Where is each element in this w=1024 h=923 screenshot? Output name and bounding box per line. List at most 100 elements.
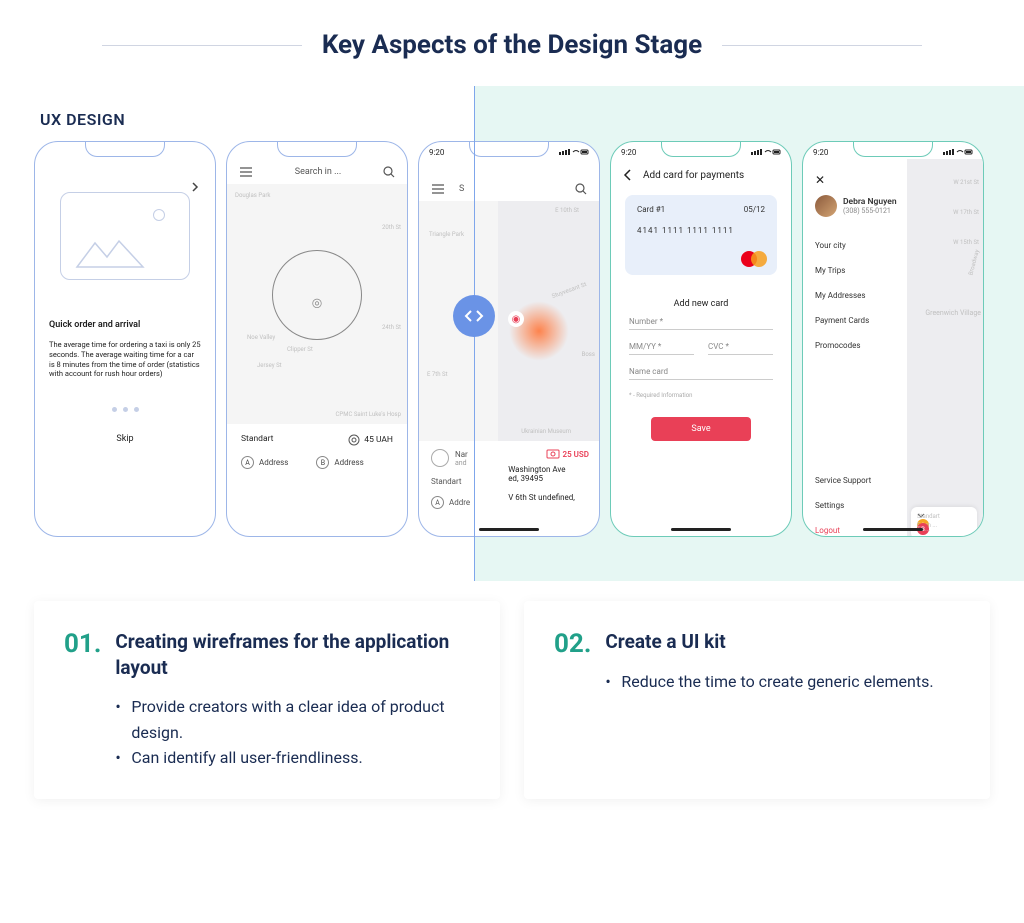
wireframe-ui-split-map: 9:20 S ◉ E 10th St Triangle Park Stuyves… bbox=[418, 141, 600, 537]
card-cvc-input[interactable]: CVC * bbox=[708, 342, 773, 355]
status-icons bbox=[943, 148, 973, 157]
notch bbox=[853, 141, 933, 157]
status-time: 9:20 bbox=[813, 148, 828, 157]
onboarding-body: The average time for ordering a taxi is … bbox=[49, 340, 201, 379]
chevron-right-icon bbox=[475, 309, 484, 323]
street-label: CPMC Saint Luke's Hosp bbox=[336, 411, 401, 418]
status-icons bbox=[751, 148, 781, 157]
avatar bbox=[815, 195, 837, 217]
card-expiry-input[interactable]: MM/YY * bbox=[629, 342, 694, 355]
card-02: 02. Create a UI kit Reduce the time to c… bbox=[524, 601, 990, 799]
section-subtitle: Add new card bbox=[611, 299, 791, 309]
menu-settings[interactable]: Settings bbox=[815, 493, 899, 518]
card-title: Create a UI kit bbox=[605, 629, 933, 655]
heatmap-overlay bbox=[509, 301, 569, 361]
money-icon bbox=[546, 449, 560, 459]
card-bullets: Provide creators with a clear idea of pr… bbox=[115, 694, 470, 771]
ui-profile-menu: 9:20 ✕ Debra Nguyen (308) 555-0121 Your bbox=[802, 141, 984, 537]
notch bbox=[661, 141, 741, 157]
address-a[interactable]: AAddress bbox=[241, 456, 288, 469]
street-label: E 7th St bbox=[427, 371, 448, 378]
street-label: Boss bbox=[582, 351, 595, 358]
menu-item[interactable]: My Addresses bbox=[815, 283, 899, 308]
sun-icon bbox=[153, 209, 165, 221]
card-number: 02. bbox=[554, 629, 591, 771]
address-line: V 6th St undefined, bbox=[508, 493, 589, 502]
driver-info: Narand bbox=[431, 449, 498, 467]
price-label: 45 UAH bbox=[348, 434, 393, 446]
menu-icon[interactable] bbox=[431, 184, 445, 194]
home-indicator bbox=[479, 528, 539, 531]
route-sheet[interactable]: Standart AFrom ... BTo ... bbox=[911, 507, 977, 537]
info-cards: 01. Creating wireframes for the applicat… bbox=[0, 571, 1024, 799]
ui-add-card: 9:20 Add card for payments Card #105/12 … bbox=[610, 141, 792, 537]
search-icon[interactable] bbox=[575, 183, 587, 195]
required-note: * - Required Information bbox=[629, 392, 773, 399]
page-indicator bbox=[35, 407, 215, 412]
mountain-icon bbox=[75, 233, 145, 269]
status-time: 9:20 bbox=[429, 148, 444, 157]
chevron-right-icon[interactable] bbox=[191, 182, 199, 194]
card-01: 01. Creating wireframes for the applicat… bbox=[34, 601, 500, 799]
street-label: 24th St bbox=[382, 324, 401, 331]
street-label: Douglas Park bbox=[235, 192, 270, 199]
notch bbox=[469, 141, 549, 157]
search-icon[interactable] bbox=[383, 166, 395, 178]
address-line: ed, 39495 bbox=[508, 474, 589, 483]
chevron-left-icon bbox=[464, 309, 473, 323]
wireframe-map-search: Search in ... ◎ Douglas Park 20th St 24t… bbox=[226, 141, 408, 537]
home-indicator bbox=[863, 528, 923, 531]
phones-showcase: Quick order and arrival The average time… bbox=[0, 141, 1024, 571]
location-pin-icon: ◎ bbox=[312, 296, 322, 310]
save-button[interactable]: Save bbox=[651, 417, 751, 441]
wireframe-onboarding: Quick order and arrival The average time… bbox=[34, 141, 216, 537]
address-a[interactable]: AAddre bbox=[431, 496, 498, 509]
card-number-input[interactable]: Number * bbox=[629, 317, 773, 330]
street-label: E 10th St bbox=[555, 207, 579, 214]
avatar-icon bbox=[431, 449, 449, 467]
menu-item[interactable]: Payment Cards bbox=[815, 308, 899, 333]
street-label: Broadway bbox=[967, 249, 981, 276]
street-label: W 21st St bbox=[953, 179, 979, 186]
menu-icon[interactable] bbox=[239, 167, 253, 177]
map[interactable]: ◎ Douglas Park 20th St 24th St Clipper S… bbox=[227, 184, 407, 424]
close-icon[interactable]: ✕ bbox=[815, 173, 899, 187]
status-time: 9:20 bbox=[621, 148, 636, 157]
tier-label: Standart bbox=[241, 434, 273, 446]
bullet: Can identify all user-friendliness. bbox=[115, 745, 470, 771]
menu-item[interactable]: Your city bbox=[815, 233, 899, 258]
user-phone: (308) 555-0121 bbox=[843, 207, 897, 215]
address-b[interactable]: BAddress bbox=[316, 456, 363, 469]
menu-item[interactable]: My Trips bbox=[815, 258, 899, 283]
page-header: Key Aspects of the Design Stage bbox=[0, 0, 1024, 70]
user-profile[interactable]: Debra Nguyen (308) 555-0121 bbox=[815, 195, 899, 217]
card-title: Creating wireframes for the application … bbox=[115, 629, 470, 680]
street-label: Clipper St bbox=[287, 346, 313, 353]
bullet: Reduce the time to create generic elemen… bbox=[605, 669, 933, 695]
screen-title: Add card for payments bbox=[643, 170, 744, 181]
street-label: Jersey St bbox=[257, 362, 282, 369]
notch bbox=[277, 141, 357, 157]
back-icon[interactable] bbox=[623, 169, 633, 181]
comparison-slider-handle[interactable] bbox=[453, 295, 495, 337]
map[interactable]: W 21st St W 17th St W 15th St Greenwich … bbox=[907, 159, 983, 537]
search-input[interactable]: Search in ... bbox=[261, 167, 375, 177]
user-name: Debra Nguyen bbox=[843, 197, 897, 207]
menu-item[interactable]: Promocodes bbox=[815, 333, 899, 358]
image-placeholder bbox=[60, 192, 190, 280]
menu-support[interactable]: Service Support bbox=[815, 468, 899, 493]
street-label: 20th St bbox=[382, 224, 401, 231]
price-label: 25 USD bbox=[508, 449, 589, 459]
divider bbox=[722, 45, 922, 46]
map[interactable]: ◉ E 10th St Triangle Park Stuyvesant St … bbox=[419, 201, 599, 441]
skip-button[interactable]: Skip bbox=[35, 434, 215, 444]
payment-card-preview: Card #105/12 4141 1111 1111 1111 bbox=[625, 195, 777, 275]
money-icon bbox=[348, 434, 360, 446]
street-label: W 15th St bbox=[953, 239, 979, 246]
bullet: Provide creators with a clear idea of pr… bbox=[115, 694, 470, 745]
card-number: 4141 1111 1111 1111 bbox=[637, 226, 765, 235]
street-label: Ukrainian Museum bbox=[521, 428, 571, 435]
notch bbox=[85, 141, 165, 157]
ux-label: UX DESIGN bbox=[40, 110, 125, 129]
card-name-input[interactable]: Name card bbox=[629, 367, 773, 380]
